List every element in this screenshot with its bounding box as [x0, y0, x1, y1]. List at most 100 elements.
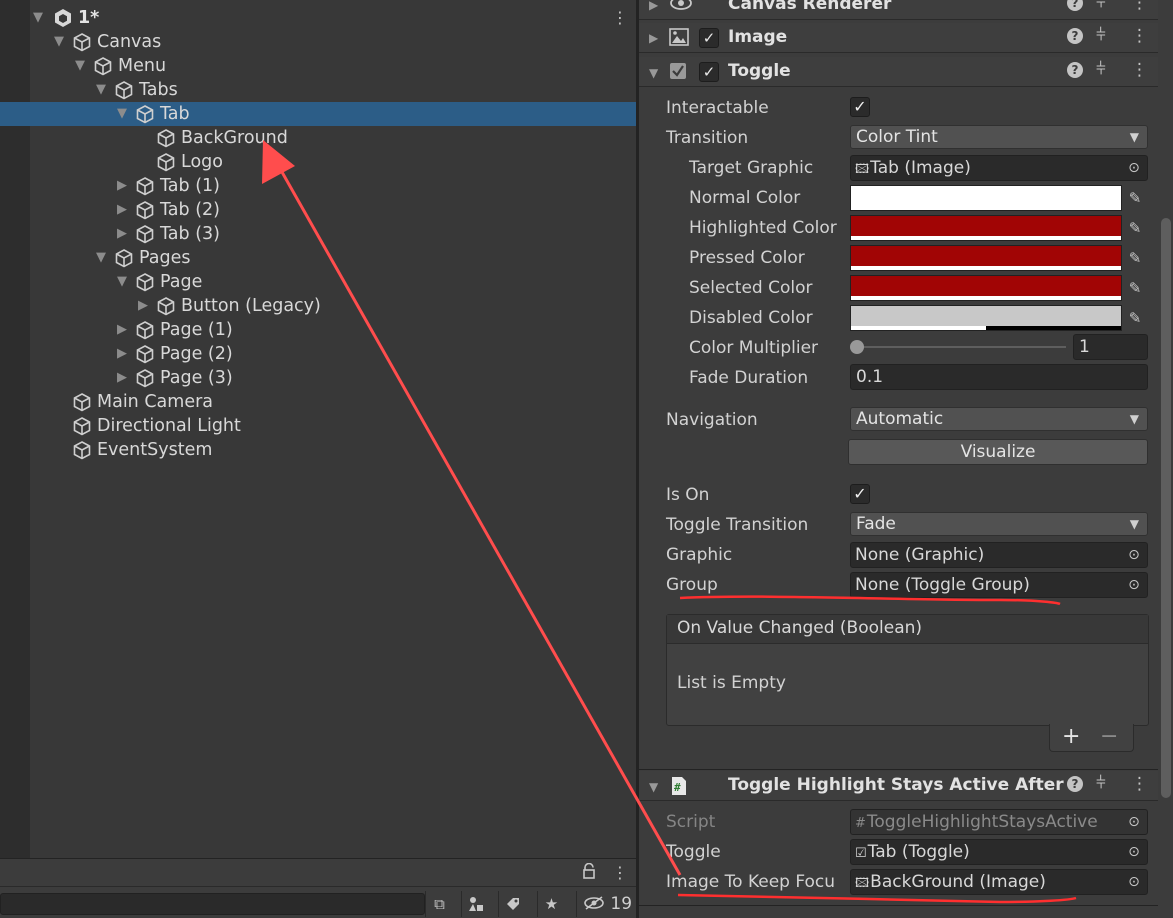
scene-header-row[interactable]: ▼ 1*: [0, 6, 636, 30]
hierarchy-item[interactable]: ▶ Page (3): [0, 366, 636, 390]
object-picker-icon[interactable]: ⊙: [1121, 156, 1147, 180]
navigation-dropdown[interactable]: Automatic ▼: [850, 407, 1148, 431]
eyedropper-icon[interactable]: ✎: [1122, 245, 1148, 271]
script-toggle-field[interactable]: ☑Tab (Toggle) ⊙: [850, 839, 1148, 865]
fold-collapsed-icon[interactable]: ▶: [117, 322, 127, 338]
help-icon[interactable]: ?: [1067, 28, 1083, 44]
preset-icon[interactable]: ⫩: [1096, 25, 1106, 45]
hierarchy-item[interactable]: ▶ Tab (3): [0, 222, 636, 246]
fold-collapsed-icon[interactable]: ▶: [117, 178, 127, 194]
target-graphic-field[interactable]: 🖾Tab (Image) ⊙: [850, 155, 1148, 181]
fold-expanded-icon[interactable]: ▼: [54, 34, 64, 50]
help-icon[interactable]: ?: [1067, 0, 1083, 11]
hierarchy-item[interactable]: ▶ Button (Legacy): [0, 294, 636, 318]
scene-visibility-icon[interactable]: ⧉: [425, 891, 453, 917]
eyedropper-icon[interactable]: ✎: [1122, 185, 1148, 211]
visualize-button[interactable]: Visualize: [848, 439, 1148, 465]
hierarchy-item[interactable]: ▼ Tabs: [0, 78, 636, 102]
hierarchy-scene-menu-icon[interactable]: ⋮: [612, 8, 628, 27]
disabled-color-field[interactable]: [850, 305, 1122, 331]
hierarchy-item[interactable]: Main Camera: [0, 390, 636, 414]
pressed-color-swatch: [851, 246, 1121, 266]
fold-expanded-icon[interactable]: ▼: [117, 106, 127, 122]
eyedropper-icon[interactable]: ✎: [1122, 275, 1148, 301]
eyedropper-icon[interactable]: ✎: [1122, 215, 1148, 241]
hierarchy-item[interactable]: ▼ Pages: [0, 246, 636, 270]
hierarchy-item[interactable]: ▼ Menu: [0, 54, 636, 78]
fold-expanded-icon[interactable]: ▼: [75, 58, 85, 74]
label-icon[interactable]: [498, 891, 526, 917]
toggle-fold-icon[interactable]: ▼: [649, 66, 658, 80]
hierarchy-item[interactable]: ▼ Page: [0, 270, 636, 294]
fold-collapsed-icon[interactable]: ▶: [117, 202, 127, 218]
object-picker-icon[interactable]: ⊙: [1121, 870, 1147, 894]
fold-expanded-icon[interactable]: ▼: [117, 274, 127, 290]
preset-icon[interactable]: ⫩: [1096, 59, 1106, 79]
hierarchy-item[interactable]: Directional Light: [0, 414, 636, 438]
favorite-star-icon[interactable]: ★: [537, 891, 565, 917]
color-multiplier-slider-track[interactable]: [857, 346, 1066, 348]
fade-duration-input[interactable]: 0.1: [850, 364, 1148, 390]
help-icon[interactable]: ?: [1067, 62, 1083, 78]
preset-icon[interactable]: ⫩: [1096, 773, 1106, 793]
scene-fold-arrow-icon[interactable]: ▼: [33, 10, 43, 26]
canvas-renderer-fold-icon[interactable]: ▶: [649, 0, 658, 12]
hierarchy-item[interactable]: ▶ Tab (2): [0, 198, 636, 222]
hierarchy-item[interactable]: ▼ Tab: [0, 102, 636, 126]
preset-icon[interactable]: ⫩: [1096, 0, 1106, 12]
search-by-type-icon[interactable]: [461, 891, 489, 917]
graphic-field[interactable]: None (Graphic) ⊙: [850, 542, 1148, 568]
object-picker-icon[interactable]: ⊙: [1121, 573, 1147, 597]
component-menu-icon[interactable]: ⋮: [1131, 0, 1148, 13]
fold-collapsed-icon[interactable]: ▶: [117, 226, 127, 242]
hierarchy-item[interactable]: EventSystem: [0, 438, 636, 462]
transition-dropdown[interactable]: Color Tint ▼: [850, 125, 1148, 149]
component-menu-icon[interactable]: ⋮: [1131, 774, 1148, 794]
hierarchy-item[interactable]: ▶ Tab (1): [0, 174, 636, 198]
pressed-color-field[interactable]: [850, 245, 1122, 271]
component-menu-icon[interactable]: ⋮: [1131, 26, 1148, 46]
is-on-checkbox[interactable]: ✓: [850, 484, 870, 504]
toggle-enabled-checkbox[interactable]: ✓: [699, 62, 719, 82]
hierarchy-item[interactable]: ▶ Page (1): [0, 318, 636, 342]
image-component-header[interactable]: ▶ ✓ Image ? ⫩ ⋮: [639, 23, 1173, 53]
hierarchy-item[interactable]: Logo: [0, 150, 636, 174]
image-to-keep-focused-field[interactable]: 🖾BackGround (Image) ⊙: [850, 869, 1148, 895]
normal-color-field[interactable]: [850, 185, 1122, 211]
object-picker-icon[interactable]: ⊙: [1121, 840, 1147, 864]
image-fold-icon[interactable]: ▶: [649, 31, 658, 45]
selected-color-field[interactable]: [850, 275, 1122, 301]
object-picker-icon[interactable]: ⊙: [1121, 543, 1147, 567]
fold-expanded-icon[interactable]: ▼: [96, 250, 106, 266]
footer-menu-icon[interactable]: ⋮: [612, 863, 628, 882]
search-input[interactable]: [0, 893, 425, 915]
highlighted-color-field[interactable]: [850, 215, 1122, 241]
gameobject-cube-icon: [136, 225, 154, 244]
inspector-scrollbar-thumb[interactable]: [1161, 218, 1171, 798]
hierarchy-item[interactable]: BackGround: [0, 126, 636, 150]
canvas-renderer-header[interactable]: ▶ Canvas Renderer ? ⫩ ⋮: [639, 0, 1173, 20]
hierarchy-item[interactable]: ▼ Canvas: [0, 30, 636, 54]
eyedropper-icon[interactable]: ✎: [1122, 305, 1148, 331]
color-multiplier-slider-handle[interactable]: [850, 340, 864, 354]
image-enabled-checkbox[interactable]: ✓: [699, 28, 719, 48]
hierarchy-item[interactable]: ▶ Page (2): [0, 342, 636, 366]
fold-expanded-icon[interactable]: ▼: [96, 82, 106, 98]
hidden-objects-toggle[interactable]: 19: [576, 891, 636, 917]
fold-collapsed-icon[interactable]: ▶: [117, 370, 127, 386]
remove-event-button[interactable]: −: [1100, 724, 1118, 750]
color-multiplier-input[interactable]: 1: [1073, 334, 1148, 360]
script-fold-icon[interactable]: ▼: [649, 780, 658, 794]
group-field[interactable]: None (Toggle Group) ⊙: [850, 572, 1148, 598]
add-event-button[interactable]: +: [1062, 724, 1080, 750]
lock-icon[interactable]: [582, 862, 596, 883]
script-component-header[interactable]: ▼ # Toggle Highlight Stays Active After …: [639, 771, 1173, 801]
toggle-component-header[interactable]: ▼ ✓ Toggle ? ⫩ ⋮: [639, 57, 1173, 87]
gameobject-cube-icon: [157, 297, 175, 316]
component-menu-icon[interactable]: ⋮: [1131, 60, 1148, 80]
fold-collapsed-icon[interactable]: ▶: [138, 298, 148, 314]
toggle-transition-dropdown[interactable]: Fade ▼: [850, 512, 1148, 536]
fold-collapsed-icon[interactable]: ▶: [117, 346, 127, 362]
interactable-checkbox[interactable]: ✓: [850, 97, 870, 117]
help-icon[interactable]: ?: [1067, 776, 1083, 792]
